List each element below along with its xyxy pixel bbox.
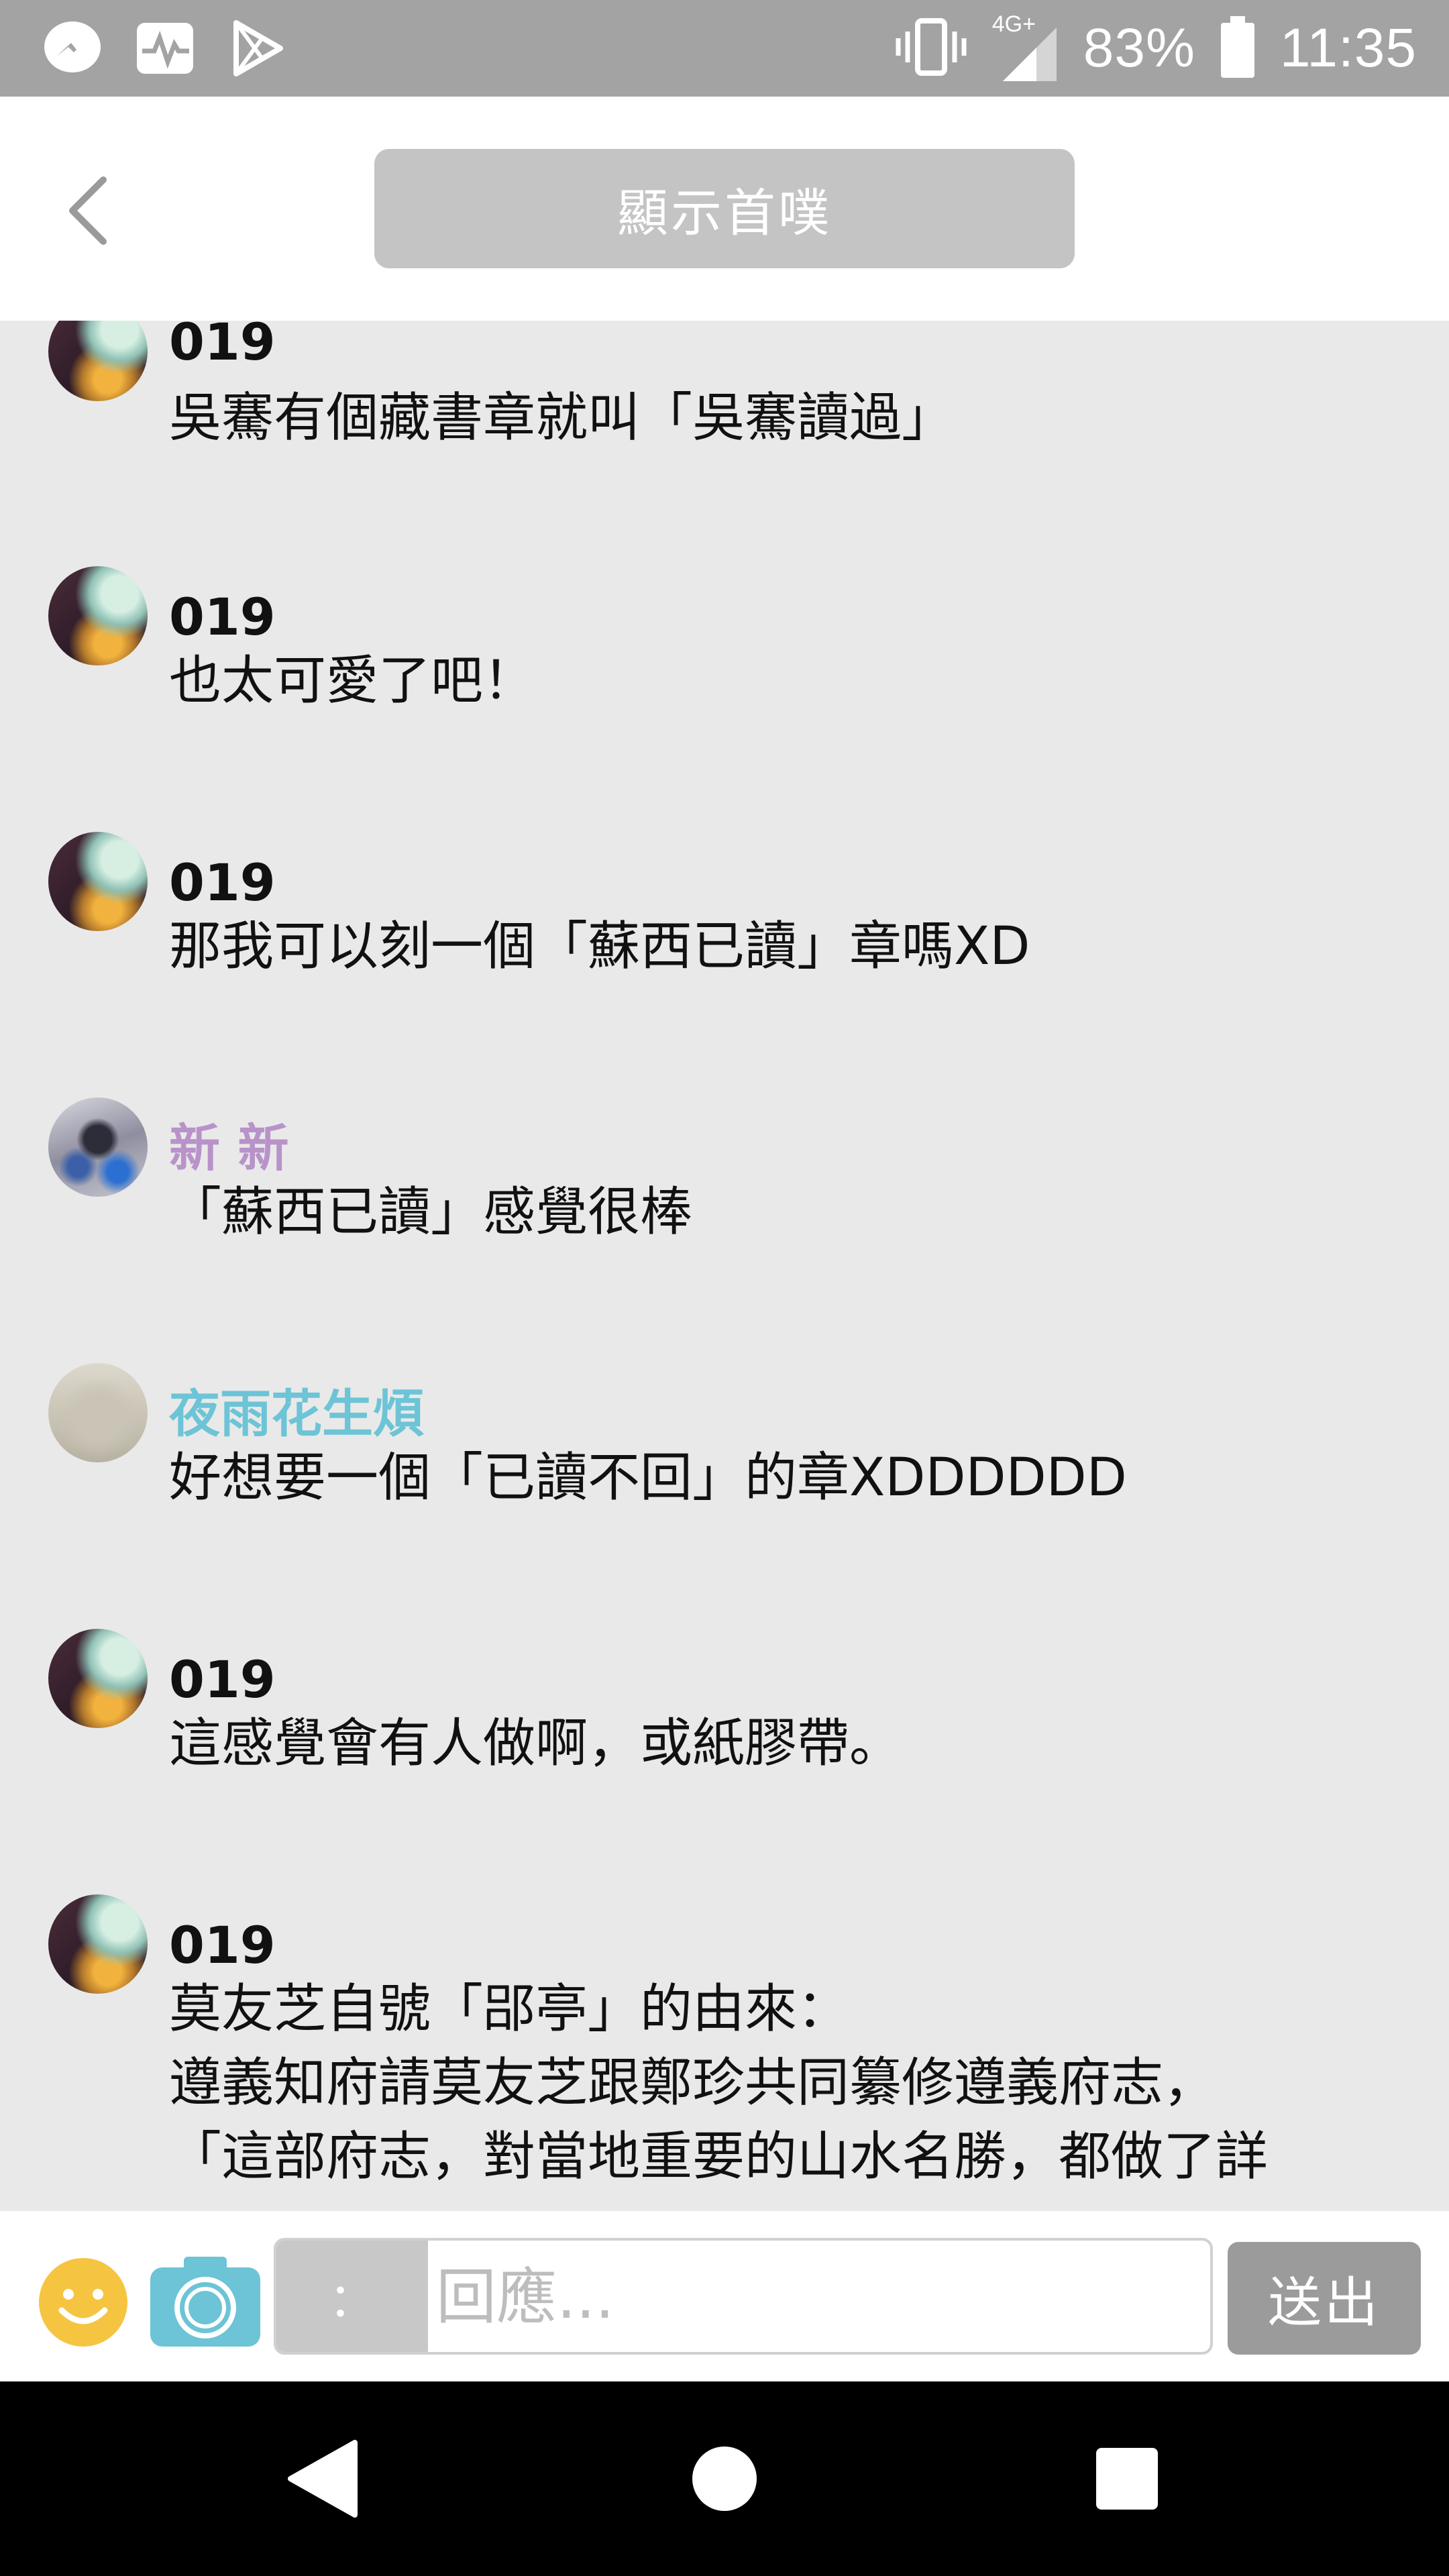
avatar[interactable] (48, 1097, 148, 1197)
avatar[interactable] (48, 1363, 148, 1462)
clock: 11:35 (1279, 17, 1417, 78)
square-recents-icon (1096, 2448, 1158, 2510)
camera-button[interactable] (149, 2254, 262, 2348)
message-text: 那我可以刻一個「蘇西已讀」章嗎XD (169, 916, 1030, 977)
send-button[interactable]: 送出 (1228, 2242, 1421, 2355)
activity-icon (133, 16, 197, 80)
triangle-back-icon (288, 2440, 358, 2518)
battery-percent: 83% (1083, 17, 1195, 78)
nav-back-button[interactable] (241, 2381, 402, 2576)
author-name[interactable]: 019 (169, 1920, 276, 1971)
messenger-icon (40, 16, 105, 80)
avatar[interactable] (48, 566, 148, 665)
message-text: 莫友芝自號「郘亭」的由來： 遵義知府請莫友芝跟鄭珍共同纂修遵義府志， 「這部府志… (169, 1979, 1269, 2187)
vibrate-icon (894, 17, 968, 80)
message-text: 好想要一個「已讀不回」的章XDDDDDD (169, 1448, 1127, 1508)
avatar[interactable] (48, 1894, 148, 1994)
message-text: 吳騫有個藏書章就叫「吳騫讀過」 (169, 388, 955, 448)
author-name[interactable]: 019 (169, 1654, 276, 1705)
message-text: 這感覺會有人做啊，或紙膠帶。 (169, 1713, 902, 1774)
reply-field: ： (274, 2238, 1213, 2355)
author-name[interactable]: 019 (169, 857, 276, 908)
avatar[interactable] (48, 1629, 148, 1728)
top-bar: 顯示首噗 (0, 97, 1449, 321)
response-list[interactable]: 019 吳騫有個藏書章就叫「吳騫讀過」 019 也太可愛了吧！ 019 那我可以… (0, 321, 1449, 2211)
author-name[interactable]: 新 新 (169, 1123, 288, 1174)
signal-icon: 4G+ (992, 11, 1059, 85)
avatar[interactable] (48, 321, 148, 401)
back-button[interactable] (47, 164, 127, 258)
battery-icon (1220, 16, 1256, 80)
status-bar: 4G+ 83% 11:35 (0, 0, 1449, 97)
qualifier-selector[interactable]: ： (276, 2241, 428, 2352)
message-text: 也太可愛了吧！ (169, 651, 536, 711)
author-name[interactable]: 夜雨花生煩 (169, 1389, 424, 1440)
reply-bar: ： 送出 (0, 2211, 1449, 2381)
nav-home-button[interactable] (644, 2381, 805, 2576)
system-nav-bar (0, 2381, 1449, 2576)
play-store-icon (225, 16, 290, 80)
message-text: 「蘇西已讀」感覺很棒 (169, 1182, 693, 1242)
avatar[interactable] (48, 832, 148, 931)
smiley-icon (39, 2258, 127, 2347)
emoji-button[interactable] (38, 2257, 129, 2348)
camera-icon (150, 2257, 260, 2347)
reply-input[interactable] (435, 2241, 1209, 2352)
author-name[interactable]: 019 (169, 592, 276, 643)
nav-recents-button[interactable] (1046, 2381, 1208, 2576)
chevron-left-icon (69, 176, 107, 245)
author-name[interactable]: 019 (169, 321, 276, 368)
show-first-plurk-button[interactable]: 顯示首噗 (374, 149, 1075, 268)
circle-home-icon (692, 2447, 757, 2511)
